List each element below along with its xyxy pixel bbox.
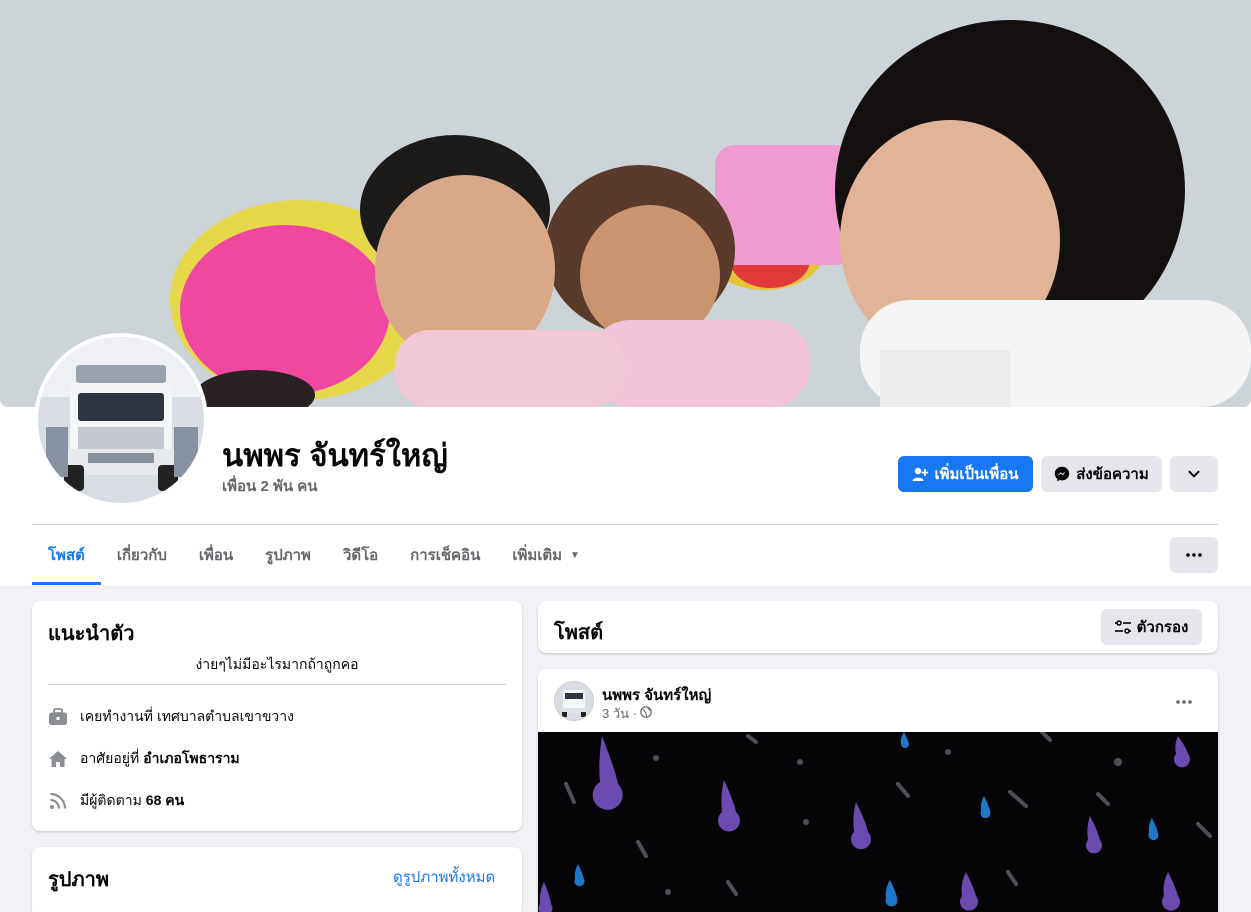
profile-options-button[interactable] — [1170, 456, 1218, 492]
tab-about[interactable]: เกี่ยวกับ — [101, 525, 183, 585]
tab-check-ins[interactable]: การเช็คอิน — [394, 525, 496, 585]
post-author-avatar[interactable] — [554, 681, 594, 721]
messenger-icon — [1054, 466, 1070, 482]
see-all-photos-link[interactable]: ดูรูปภาพทั้งหมด — [393, 865, 495, 889]
add-friend-icon — [912, 466, 929, 482]
followers-value[interactable]: 68 คน — [146, 790, 184, 812]
chevron-down-icon — [1187, 467, 1201, 481]
add-friend-label: เพิ่มเป็นเพื่อน — [934, 466, 1019, 483]
profile-name: นพพร จันทร์ใหญ่ — [222, 438, 448, 473]
post-time[interactable]: 3 วัน · — [602, 703, 637, 724]
filter-label: ตัวกรอง — [1136, 619, 1189, 636]
tab-label: โพสต์ — [48, 547, 85, 564]
followers-info: มีผู้ติดตาม 68 คน — [48, 790, 184, 812]
tab-friends[interactable]: เพื่อน — [183, 525, 249, 585]
tab-posts[interactable]: โพสต์ — [32, 525, 101, 585]
more-dots-icon — [1176, 691, 1192, 709]
tab-more[interactable]: เพิ่มเติม ▼ — [496, 525, 596, 585]
location-info: อาศัยอยู่ที่ อำเภอโพธาราม — [48, 748, 240, 770]
tab-photos[interactable]: รูปภาพ — [249, 525, 327, 585]
tab-label: รูปภาพ — [265, 547, 311, 564]
message-label: ส่งข้อความ — [1076, 466, 1149, 483]
tab-label: วิดีโอ — [342, 547, 379, 564]
post-options-button[interactable] — [1168, 686, 1200, 714]
post-image[interactable] — [538, 732, 1218, 912]
profile-tabs: โพสต์ เกี่ยวกับ เพื่อน รูปภาพ วิดีโอ การ… — [32, 525, 596, 585]
work-value[interactable]: เทศบาลตำบลเขาขวาง — [157, 706, 294, 728]
intro-title: แนะนำตัว — [48, 623, 135, 645]
followers-prefix: มีผู้ติดตาม — [80, 792, 142, 808]
globe-icon — [640, 706, 652, 721]
location-value[interactable]: อำเภอโพธาราม — [143, 748, 239, 770]
filter-icon — [1114, 620, 1131, 634]
rss-icon — [48, 791, 68, 811]
location-prefix: อาศัยอยู่ที่ — [80, 750, 140, 766]
tab-videos[interactable]: วิดีโอ — [327, 525, 394, 585]
work-prefix: เคยทำงานที่ — [80, 708, 153, 724]
profile-avatar[interactable] — [34, 333, 208, 507]
caret-down-icon: ▼ — [570, 549, 580, 561]
add-friend-button[interactable]: เพิ่มเป็นเพื่อน — [898, 456, 1033, 492]
more-dots-icon — [1186, 553, 1202, 557]
tab-label: เกี่ยวกับ — [116, 547, 167, 564]
home-icon — [48, 749, 68, 769]
more-options-button[interactable] — [1170, 537, 1218, 573]
cover-photo[interactable] — [0, 0, 1251, 407]
bio-text: ง่ายๆไม่มีอะไรมากถ้าถูกคอ — [195, 656, 359, 672]
filter-button[interactable]: ตัวกรอง — [1101, 609, 1202, 645]
tab-label: เพิ่มเติม — [512, 547, 563, 564]
bio-divider — [48, 684, 506, 685]
posts-title: โพสต์ — [554, 622, 604, 644]
photos-title: รูปภาพ — [48, 869, 110, 891]
friends-count[interactable]: เพื่อน 2 พัน คน — [222, 474, 318, 498]
tab-label: การเช็คอิน — [410, 547, 481, 564]
briefcase-icon — [48, 707, 68, 727]
message-button[interactable]: ส่งข้อความ — [1041, 456, 1162, 492]
tab-label: เพื่อน — [198, 547, 234, 564]
work-info: เคยทำงานที่ เทศบาลตำบลเขาขวาง — [48, 706, 294, 728]
post-meta: 3 วัน · — [602, 703, 652, 724]
